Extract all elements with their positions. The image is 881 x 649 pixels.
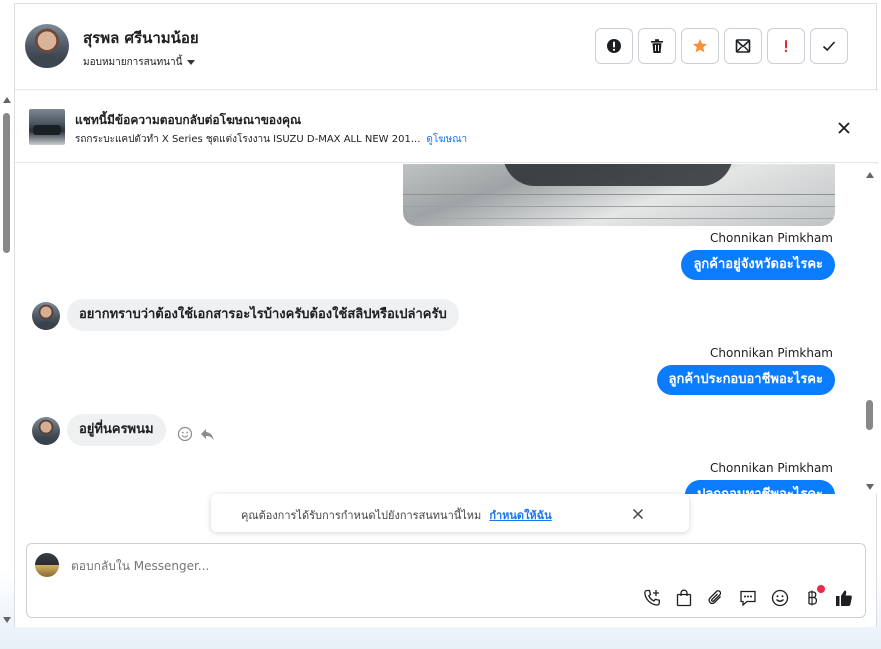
saved-replies-button[interactable] — [737, 587, 759, 609]
attach-button[interactable] — [705, 587, 727, 609]
contact-avatar[interactable] — [25, 24, 69, 68]
toast-message: คุณต้องการได้รับการกำหนดไปยังการสนทนานี้… — [241, 506, 552, 524]
like-button[interactable] — [833, 587, 855, 609]
incoming-message[interactable]: อยู่ที่นครพนม — [67, 414, 166, 446]
ad-thumbnail[interactable] — [29, 109, 65, 145]
reply-icon[interactable] — [199, 426, 215, 442]
ad-reply-banner: แชทนี้มีข้อความตอบกลับต่อโฆษณาของคุณ รถก… — [15, 91, 878, 163]
phone-plus-icon — [644, 589, 660, 606]
composer-toolbar — [641, 585, 855, 609]
incoming-message[interactable]: อยากทราบว่าต้องใช้เอกสารอะไรบ้างครับต้อง… — [67, 299, 459, 331]
close-icon — [632, 508, 644, 520]
message-sender: Chonnikan Pimkham — [710, 231, 833, 245]
conversation-panel: สุรพล ศรีนามน้อย มอบหมายการสนทนานี้ แชทน… — [14, 3, 878, 627]
notification-dot — [817, 585, 825, 593]
caret-down-icon — [187, 60, 196, 65]
delete-button[interactable] — [638, 28, 676, 64]
contact-name[interactable]: สุรพล ศรีนามน้อย — [83, 26, 199, 50]
assign-label: มอบหมายการสนทนานี้ — [83, 57, 183, 68]
sent-photo[interactable] — [403, 164, 835, 226]
scroll-down-arrow[interactable] — [3, 617, 11, 623]
react-icon[interactable] — [177, 426, 193, 442]
exclamation-icon — [784, 40, 788, 53]
mark-unread-button[interactable] — [724, 28, 762, 64]
scroll-thumb[interactable] — [3, 113, 10, 253]
message-scrollbar[interactable] — [863, 164, 877, 494]
emoji-icon — [771, 589, 789, 607]
outgoing-message[interactable]: ลูกค้าอยู่จังหวัดอะไรคะ — [681, 250, 835, 280]
assign-prompt-toast: คุณต้องการได้รับการกำหนดไปยังการสนทนานี้… — [211, 494, 689, 532]
shopping-bag-icon — [676, 589, 692, 607]
close-toast-button[interactable] — [631, 506, 645, 520]
paperclip-icon — [708, 590, 722, 605]
ad-banner-subtitle: รถกระบะแคปตัวทำ X Series ชุดแต่งโรงงาน I… — [75, 132, 467, 147]
message-list[interactable]: Chonnikan Pimkham ลูกค้าอยู่จังหวัดอะไรค… — [15, 164, 878, 494]
contact-avatar-small[interactable] — [32, 302, 60, 330]
contact-avatar-small[interactable] — [32, 417, 60, 445]
ad-banner-title: แชทนี้มีข้อความตอบกลับต่อโฆษณาของคุณ — [75, 113, 302, 127]
reply-composer — [26, 543, 866, 618]
assign-conversation-dropdown[interactable]: มอบหมายการสนทนานี้ — [83, 55, 196, 70]
outgoing-message[interactable]: ลูกค้าประกอบอาชีพอะไรคะ — [656, 365, 835, 395]
follow-up-button[interactable] — [767, 28, 805, 64]
close-banner-button[interactable] — [835, 119, 853, 137]
view-ad-link[interactable]: ดูโฆษณา — [426, 134, 467, 145]
thumbs-up-icon — [836, 590, 852, 606]
star-icon — [693, 39, 707, 53]
scroll-up-arrow[interactable] — [3, 97, 11, 103]
message-actions — [177, 426, 215, 442]
header-actions — [595, 28, 848, 64]
payment-button[interactable] — [801, 585, 825, 609]
conversation-header: สุรพล ศรีนามน้อย มอบหมายการสนทนานี้ — [15, 4, 878, 90]
scroll-up-arrow[interactable] — [866, 172, 874, 178]
shop-button[interactable] — [673, 587, 695, 609]
assign-to-me-link[interactable]: กำหนดให้ฉัน — [489, 509, 551, 522]
chat-bubble-icon — [740, 590, 756, 607]
ad-description: รถกระบะแคปตัวทำ X Series ชุดแต่งโรงงาน I… — [75, 134, 421, 145]
mark-done-button[interactable] — [810, 28, 848, 64]
reply-input[interactable] — [71, 559, 671, 573]
envelope-icon — [735, 39, 751, 53]
mark-spam-button[interactable] — [595, 28, 633, 64]
close-icon — [838, 122, 850, 134]
toast-text: คุณต้องการได้รับการกำหนดไปยังการสนทนานี้… — [241, 509, 482, 522]
scroll-thumb[interactable] — [866, 400, 873, 430]
page-avatar — [35, 553, 59, 577]
trash-icon — [651, 39, 663, 53]
star-button[interactable] — [681, 28, 719, 64]
alert-circle-icon — [607, 39, 621, 53]
call-button[interactable] — [641, 587, 663, 609]
scroll-down-arrow[interactable] — [866, 484, 874, 490]
message-sender: Chonnikan Pimkham — [710, 461, 833, 475]
outer-scrollbar[interactable] — [0, 95, 14, 627]
emoji-button[interactable] — [769, 587, 791, 609]
outgoing-message[interactable]: ปลูกถอนทาชีพอะไรคะ — [685, 480, 835, 494]
check-icon — [822, 41, 836, 52]
message-sender: Chonnikan Pimkham — [710, 346, 833, 360]
